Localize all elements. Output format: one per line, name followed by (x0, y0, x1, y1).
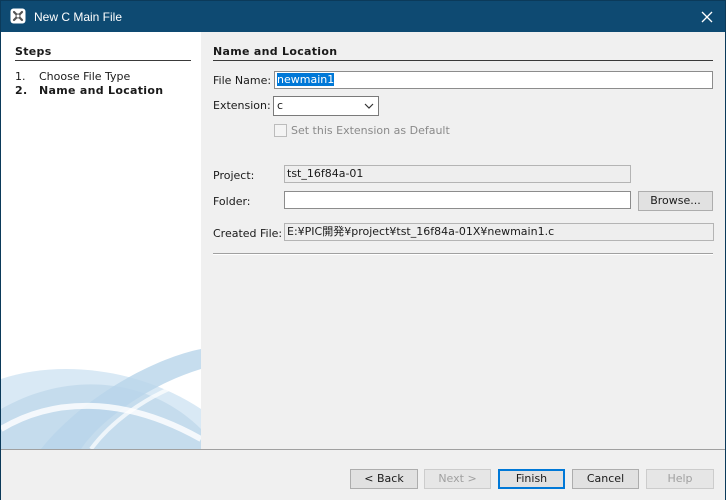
close-button[interactable] (689, 1, 725, 32)
created-file-field: E:¥PIC開発¥project¥tst_16f84a-01X¥newmain1… (284, 223, 714, 241)
finish-button[interactable]: Finish (498, 469, 565, 489)
close-icon (701, 11, 713, 22)
button-bar: < Back Next > Finish Cancel Help (1, 449, 725, 500)
project-label: Project: (213, 169, 255, 182)
steps-panel: Steps 1. Choose File Type 2. Name and Loca… (1, 32, 201, 449)
extension-value: c (277, 99, 284, 112)
help-button[interactable]: Help (646, 469, 714, 489)
folder-label: Folder: (213, 195, 251, 208)
chevron-down-icon (364, 103, 374, 109)
title-bar: New C Main File (1, 1, 725, 32)
project-field: tst_16f84a-01 (284, 165, 631, 183)
step-label: Choose File Type (39, 70, 131, 83)
created-file-label: Created File: (213, 227, 283, 240)
file-name-value: newmain1 (277, 73, 335, 86)
extension-label: Extension: (213, 99, 271, 112)
folder-input[interactable] (284, 191, 631, 209)
set-default-checkbox[interactable] (274, 124, 287, 137)
step-number: 2. (15, 84, 28, 97)
created-file-value: E:¥PIC開発¥project¥tst_16f84a-01X¥newmain1… (287, 225, 555, 238)
step-label: Name and Location (39, 84, 164, 97)
app-icon (10, 8, 26, 24)
step-name-and-location: 2. Name and Location (15, 84, 163, 97)
new-file-dialog: New C Main File Steps 1. Choose File Type… (0, 0, 726, 500)
browse-button[interactable]: Browse... (638, 191, 713, 211)
set-default-label: Set this Extension as Default (291, 124, 450, 137)
cancel-button[interactable]: Cancel (572, 469, 639, 489)
next-button[interactable]: Next > (424, 469, 491, 489)
content-divider (213, 253, 713, 255)
extension-select[interactable]: c (273, 96, 379, 116)
file-name-label: File Name: (213, 74, 272, 87)
back-button[interactable]: < Back (350, 469, 418, 489)
step-number: 1. (15, 70, 26, 83)
section-title: Name and Location (213, 45, 713, 61)
project-value: tst_16f84a-01 (287, 167, 364, 180)
window-title: New C Main File (34, 10, 123, 24)
step-choose-file-type: 1. Choose File Type (15, 70, 130, 83)
file-name-input[interactable]: newmain1 (274, 71, 713, 89)
content-panel: Name and Location File Name: newmain1 Ex… (201, 32, 725, 449)
set-default-extension-option: Set this Extension as Default (274, 124, 450, 137)
decorative-swoosh-graphic (1, 349, 201, 449)
steps-heading: Steps (15, 45, 191, 61)
